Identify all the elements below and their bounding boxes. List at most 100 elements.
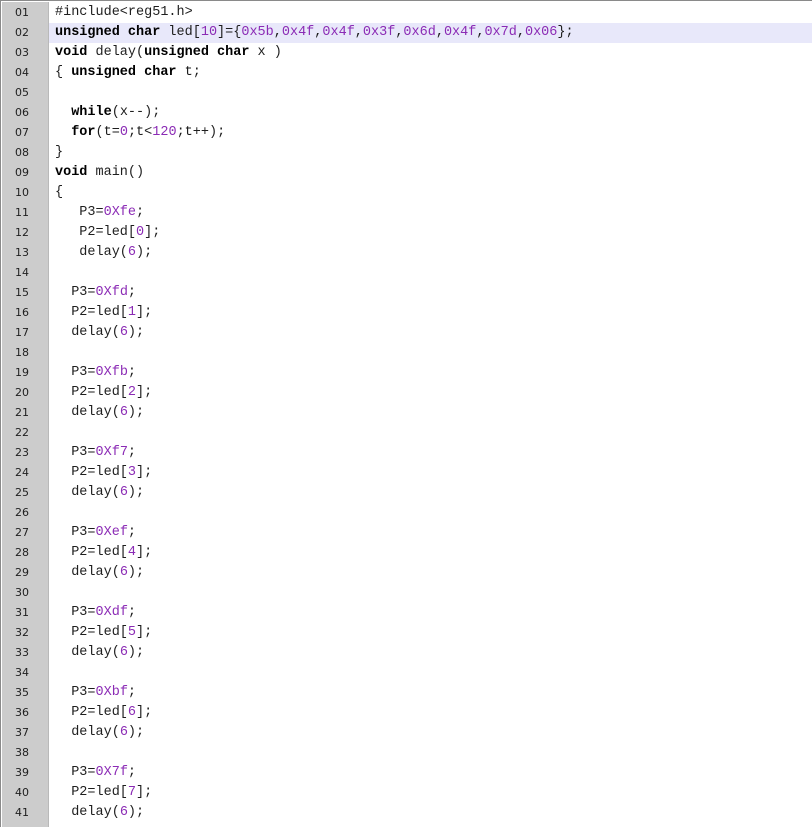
code-token: ; [127,765,137,780]
code-text[interactable]: void delay(unsigned char x ) [49,43,812,63]
code-line[interactable]: 12 P2=led[0]; [1,223,812,243]
code-line[interactable]: 23 P3=0Xf7; [1,443,812,463]
code-line[interactable]: 34 [1,663,812,683]
code-line[interactable]: 32 P2=led[5]; [1,623,812,643]
code-line[interactable]: 41 delay(6); [1,803,812,823]
code-text[interactable]: P3=0Xfd; [49,283,812,303]
code-line[interactable]: 22 [1,423,812,443]
code-text[interactable]: unsigned char led[10]={0x5b,0x4f,0x4f,0x… [49,23,812,43]
code-text[interactable]: delay(6); [49,803,812,823]
number-token: 6 [127,705,137,720]
code-line[interactable]: 20 P2=led[2]; [1,383,812,403]
code-text[interactable]: delay(6); [49,403,812,423]
code-line[interactable]: 16 P2=led[1]; [1,303,812,323]
code-line[interactable]: 39 P3=0X7f; [1,763,812,783]
code-text[interactable]: delay(6); [49,643,812,663]
code-token: ); [127,725,145,740]
code-token: delay( [55,725,120,740]
code-line[interactable]: 19 P3=0Xfb; [1,363,812,383]
code-line[interactable]: 14 [1,263,812,283]
code-text[interactable]: P3=0Xfb; [49,363,812,383]
line-number: 01 [15,6,29,19]
code-line[interactable]: 29 delay(6); [1,563,812,583]
line-number: 06 [15,106,29,119]
code-text[interactable]: delay(6); [49,723,812,743]
code-text[interactable]: { [49,183,812,203]
code-line[interactable]: 15 P3=0Xfd; [1,283,812,303]
code-text[interactable]: while(x--); [49,103,812,123]
code-text[interactable]: P2=led[0]; [49,223,812,243]
line-number: 10 [15,186,29,199]
code-text[interactable]: P2=led[4]; [49,543,812,563]
code-line[interactable]: 11 P3=0Xfe; [1,203,812,223]
code-line[interactable]: 02 unsigned char led[10]={0x5b,0x4f,0x4f,… [1,23,812,43]
code-line[interactable]: 27 P3=0Xef; [1,523,812,543]
code-line[interactable]: 26 [1,503,812,523]
code-token: delay( [55,805,120,820]
number-token: 120 [152,125,177,140]
code-line[interactable]: 21 delay(6); [1,403,812,423]
code-text[interactable]: #include<reg51.h> [49,3,812,23]
keyword-token: unsigned char [71,65,177,80]
code-line[interactable]: 08} [1,143,812,163]
code-line[interactable]: 36 P2=led[6]; [1,703,812,723]
line-number: 05 [15,86,29,99]
code-text[interactable]: for(t=0;t<120;t++); [49,123,812,143]
number-token: 3 [127,465,137,480]
code-text[interactable]: P3=0Xfe; [49,203,812,223]
code-line[interactable]: 17 delay(6); [1,323,812,343]
code-line[interactable]: 07 for(t=0;t<120;t++); [1,123,812,143]
code-line[interactable]: 35 P3=0Xbf; [1,683,812,703]
code-text[interactable]: P3=0Xdf; [49,603,812,623]
code-line[interactable]: 18 [1,343,812,363]
code-text[interactable]: P3=0Xf7; [49,443,812,463]
code-text[interactable]: P2=led[5]; [49,623,812,643]
code-text[interactable]: P2=led[7]; [49,783,812,803]
code-text[interactable]: { unsigned char t; [49,63,812,83]
code-line[interactable]: 03 void delay(unsigned char x ) [1,43,812,63]
code-line[interactable]: 05 [1,83,812,103]
code-token: ; [136,205,145,220]
code-line[interactable]: 10 { [1,183,812,203]
line-number: 27 [15,526,29,539]
code-text[interactable]: delay(6); [49,563,812,583]
code-token: ); [127,485,145,500]
code-line[interactable]: 37 delay(6); [1,723,812,743]
code-token: ;t< [127,125,153,140]
code-line[interactable]: 40 P2=led[7]; [1,783,812,803]
code-text[interactable]: P3=0Xef; [49,523,812,543]
code-line[interactable]: 33 delay(6); [1,643,812,663]
code-line[interactable]: 30 [1,583,812,603]
code-text[interactable]: P2=led[1]; [49,303,812,323]
code-text[interactable]: P3=0X7f; [49,763,812,783]
code-token: (x--); [111,105,161,120]
code-token: ]; [144,225,161,240]
code-text[interactable]: delay(6); [49,323,812,343]
code-token: P2=led[ [55,705,128,720]
code-line[interactable]: 25 delay(6); [1,483,812,503]
code-text[interactable]: P2=led[2]; [49,383,812,403]
code-token: delay( [55,325,120,340]
code-token: ; [127,605,137,620]
code-line[interactable]: 38 [1,743,812,763]
code-token: ); [127,325,145,340]
keyword-token: for [71,125,96,140]
line-number: 03 [15,46,29,59]
code-line[interactable]: 31 P3=0Xdf; [1,603,812,623]
code-line[interactable]: 28 P2=led[4]; [1,543,812,563]
code-text[interactable]: P3=0Xbf; [49,683,812,703]
code-text[interactable]: void main() [49,163,812,183]
line-number: 08 [15,146,29,159]
code-line[interactable]: 04 { unsigned char t; [1,63,812,83]
code-text[interactable]: P2=led[3]; [49,463,812,483]
code-line[interactable]: 01 #include<reg51.h> [1,3,812,23]
code-text[interactable]: delay(6); [49,243,812,263]
code-text[interactable]: P2=led[6]; [49,703,812,723]
code-line[interactable]: 13 delay(6); [1,243,812,263]
code-line[interactable]: 24 P2=led[3]; [1,463,812,483]
code-line[interactable]: 06 while(x--); [1,103,812,123]
code-editor[interactable]: 01 #include<reg51.h> 02 unsigned char led[1… [0,0,812,827]
code-text[interactable]: delay(6); [49,483,812,503]
code-text[interactable]: } [49,143,812,163]
code-line[interactable]: 09 void main() [1,163,812,183]
